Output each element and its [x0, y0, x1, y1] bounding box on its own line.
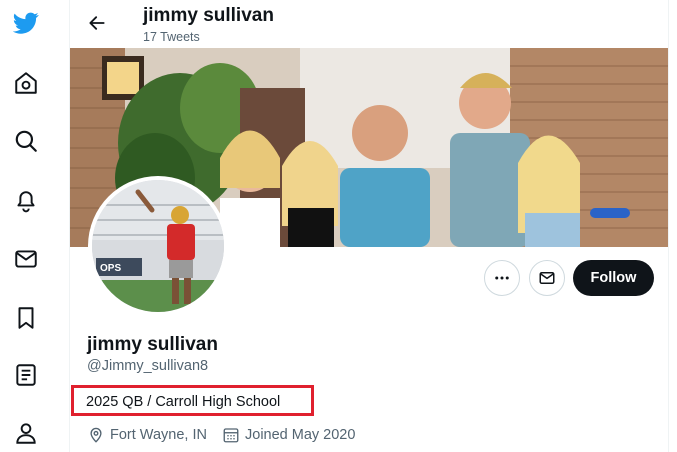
location-text: Fort Wayne, IN — [110, 427, 207, 443]
calendar-icon — [223, 428, 239, 443]
profile-join-date: Joined May 2020 — [222, 426, 355, 444]
more-dots-icon — [495, 276, 509, 280]
profile-name: jimmy sullivan — [87, 334, 218, 355]
lists-icon[interactable] — [8, 357, 44, 393]
header-title: jimmy sullivan — [143, 5, 274, 26]
sidebar-nav — [0, 0, 52, 452]
back-arrow-icon[interactable] — [84, 10, 110, 36]
explore-search-icon[interactable] — [8, 123, 44, 159]
message-button[interactable] — [529, 260, 565, 296]
home-icon[interactable] — [8, 65, 44, 101]
profile-person-icon[interactable] — [8, 415, 44, 451]
avatar-banner-text: OPS — [100, 263, 121, 274]
twitter-logo-icon[interactable] — [8, 5, 44, 41]
join-date-text: Joined May 2020 — [245, 427, 356, 443]
more-options-button[interactable] — [484, 260, 520, 296]
location-pin-icon — [90, 427, 102, 443]
profile-handle: @Jimmy_sullivan8 — [87, 358, 209, 374]
tweet-count: 17 Tweets — [143, 30, 200, 44]
profile-header-bar: jimmy sullivan 17 Tweets — [70, 0, 668, 48]
profile-bio: 2025 QB / Carroll High School — [86, 394, 281, 410]
messages-envelope-icon[interactable] — [8, 241, 44, 277]
profile-column: jimmy sullivan 17 Tweets OPS Follow jimm… — [69, 0, 669, 452]
profile-avatar[interactable]: OPS — [88, 176, 228, 316]
envelope-icon — [539, 272, 555, 284]
bookmarks-icon[interactable] — [8, 300, 44, 336]
profile-location: Fort Wayne, IN — [87, 426, 207, 444]
notifications-bell-icon[interactable] — [8, 182, 44, 218]
avatar-photo: OPS — [92, 180, 224, 312]
follow-button[interactable]: Follow — [573, 260, 654, 296]
